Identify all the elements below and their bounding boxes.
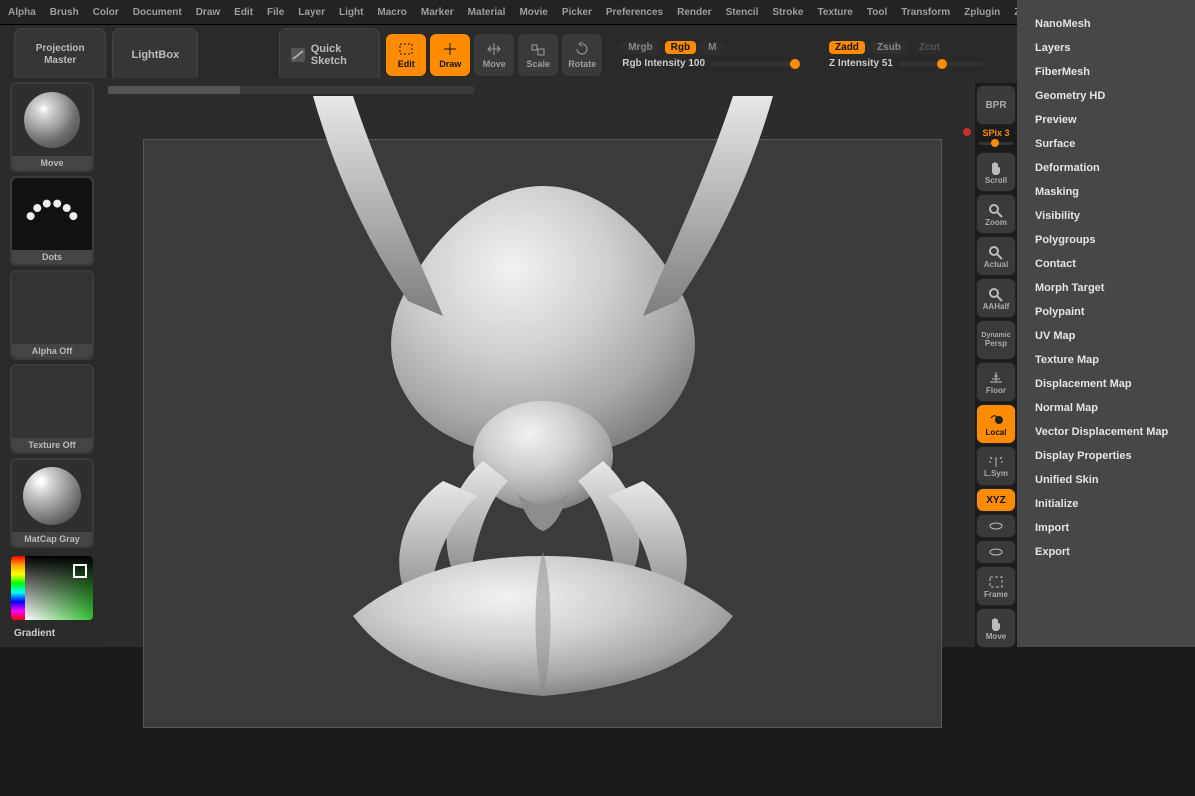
swatch-alpha-off[interactable]: Alpha Off	[10, 270, 94, 360]
move-mode-button[interactable]: Move	[474, 34, 514, 76]
menu-stroke[interactable]: Stroke	[772, 7, 803, 18]
palette-nanomesh[interactable]: NanoMesh	[1029, 12, 1183, 36]
palette-masking[interactable]: Masking	[1029, 180, 1183, 204]
menu-alpha[interactable]: Alpha	[8, 7, 36, 18]
palette-geometry-hd[interactable]: Geometry HD	[1029, 84, 1183, 108]
xyz-button[interactable]: XYZ	[977, 489, 1015, 511]
zsub-tag[interactable]: Zsub	[871, 41, 907, 54]
mrgb-tag[interactable]: Mrgb	[622, 41, 658, 54]
menu-picker[interactable]: Picker	[562, 7, 592, 18]
menu-transform[interactable]: Transform	[901, 7, 950, 18]
menu-texture[interactable]: Texture	[817, 7, 852, 18]
m-tag[interactable]: M	[702, 41, 722, 54]
menu-draw[interactable]: Draw	[196, 7, 220, 18]
palette-polypaint[interactable]: Polypaint	[1029, 300, 1183, 324]
menu-render[interactable]: Render	[677, 7, 711, 18]
rot-b-button[interactable]	[977, 541, 1015, 563]
palette-polygroups[interactable]: Polygroups	[1029, 228, 1183, 252]
aahalf-button[interactable]: AAHalf	[977, 279, 1015, 317]
palette-texture-map[interactable]: Texture Map	[1029, 348, 1183, 372]
projection-master-button[interactable]: Projection Master	[14, 28, 106, 82]
menu-macro[interactable]: Macro	[377, 7, 406, 18]
bpr-button[interactable]: BPR	[977, 86, 1015, 124]
lsym-button[interactable]: L.Sym	[977, 447, 1015, 485]
local-button[interactable]: Local	[977, 405, 1015, 443]
palette-deformation[interactable]: Deformation	[1029, 156, 1183, 180]
right-rail: BPR SPix 3 Scroll Zoom Actual AAHalf DynamicPe…	[975, 86, 1017, 647]
top-toolbar: Projection Master LightBox Quick Sketch …	[0, 25, 1195, 83]
palette-morph-target[interactable]: Morph Target	[1029, 276, 1183, 300]
menu-marker[interactable]: Marker	[421, 7, 454, 18]
persp-button[interactable]: DynamicPersp	[977, 321, 1015, 359]
palette-vector-displacement-map[interactable]: Vector Displacement Map	[1029, 420, 1183, 444]
palette-contact[interactable]: Contact	[1029, 252, 1183, 276]
rotate-mode-button[interactable]: Rotate	[562, 34, 602, 76]
swatch-matcap-gray[interactable]: MatCap Gray	[10, 458, 94, 548]
menu-zplugin[interactable]: Zplugin	[964, 7, 1000, 18]
palette-layers[interactable]: Layers	[1029, 36, 1183, 60]
sculpt-preview	[233, 96, 853, 796]
palette-preview[interactable]: Preview	[1029, 108, 1183, 132]
scale-mode-button[interactable]: Scale	[518, 34, 558, 76]
quicksketch-button[interactable]: Quick Sketch	[279, 28, 380, 82]
palette-surface[interactable]: Surface	[1029, 132, 1183, 156]
menu-light[interactable]: Light	[339, 7, 363, 18]
menu-material[interactable]: Material	[468, 7, 506, 18]
scroll-button[interactable]: Scroll	[977, 153, 1015, 191]
palette-displacement-map[interactable]: Displacement Map	[1029, 372, 1183, 396]
menu-tool[interactable]: Tool	[867, 7, 887, 18]
menu-file[interactable]: File	[267, 7, 284, 18]
palette-fibermesh[interactable]: FiberMesh	[1029, 60, 1183, 84]
tool-subpalette-panel: NanoMeshLayersFiberMeshGeometry HDPrevie…	[1017, 0, 1195, 647]
z-intensity-label: Z Intensity 51	[829, 58, 893, 69]
actual-button[interactable]: Actual	[977, 237, 1015, 275]
rgb-intensity-slider[interactable]	[711, 62, 795, 66]
palette-uv-map[interactable]: UV Map	[1029, 324, 1183, 348]
menu-layer[interactable]: Layer	[298, 7, 325, 18]
document-frame	[144, 140, 941, 727]
left-panel: MoveDotsAlpha OffTexture OffMatCap Gray G…	[0, 78, 104, 647]
palette-export[interactable]: Export	[1029, 540, 1183, 564]
rail-move-button[interactable]: Move	[977, 609, 1015, 647]
record-indicator	[963, 128, 971, 136]
frame-button[interactable]: Frame	[977, 567, 1015, 605]
lightbox-button[interactable]: LightBox	[112, 28, 198, 82]
z-intensity-slider[interactable]	[899, 62, 983, 66]
menu-bar: Alpha Brush Color Document Draw Edit File Layer…	[0, 0, 1195, 25]
swatch-move[interactable]: Move	[10, 82, 94, 172]
swatch-texture-off[interactable]: Texture Off	[10, 364, 94, 454]
menu-movie[interactable]: Movie	[519, 7, 547, 18]
zadd-tag[interactable]: Zadd	[829, 41, 865, 54]
menu-edit[interactable]: Edit	[234, 7, 253, 18]
menu-color[interactable]: Color	[93, 7, 119, 18]
edit-mode-button[interactable]: Edit	[386, 34, 426, 76]
draw-mode-button[interactable]: Draw	[430, 34, 470, 76]
palette-import[interactable]: Import	[1029, 516, 1183, 540]
palette-display-properties[interactable]: Display Properties	[1029, 444, 1183, 468]
timeline-bar[interactable]	[108, 86, 474, 94]
rgb-intensity-label: Rgb Intensity 100	[622, 58, 705, 69]
palette-unified-skin[interactable]: Unified Skin	[1029, 468, 1183, 492]
menu-preferences[interactable]: Preferences	[606, 7, 663, 18]
viewport[interactable]	[104, 78, 975, 647]
menu-stencil[interactable]: Stencil	[726, 7, 759, 18]
gradient-label[interactable]: Gradient	[10, 624, 59, 643]
palette-normal-map[interactable]: Normal Map	[1029, 396, 1183, 420]
menu-document[interactable]: Document	[133, 7, 182, 18]
rgb-tag[interactable]: Rgb	[665, 41, 696, 54]
palette-visibility[interactable]: Visibility	[1029, 204, 1183, 228]
rot-a-button[interactable]	[977, 515, 1015, 537]
menu-brush[interactable]: Brush	[50, 7, 79, 18]
quicksketch-label: Quick Sketch	[311, 43, 370, 67]
zoom-button[interactable]: Zoom	[977, 195, 1015, 233]
spix-readout[interactable]: SPix 3	[982, 128, 1009, 138]
palette-initialize[interactable]: Initialize	[1029, 492, 1183, 516]
floor-button[interactable]: Floor	[977, 363, 1015, 401]
swatch-dots[interactable]: Dots	[10, 176, 94, 266]
color-picker[interactable]	[11, 556, 93, 620]
zcut-tag[interactable]: Zcut	[913, 41, 946, 54]
